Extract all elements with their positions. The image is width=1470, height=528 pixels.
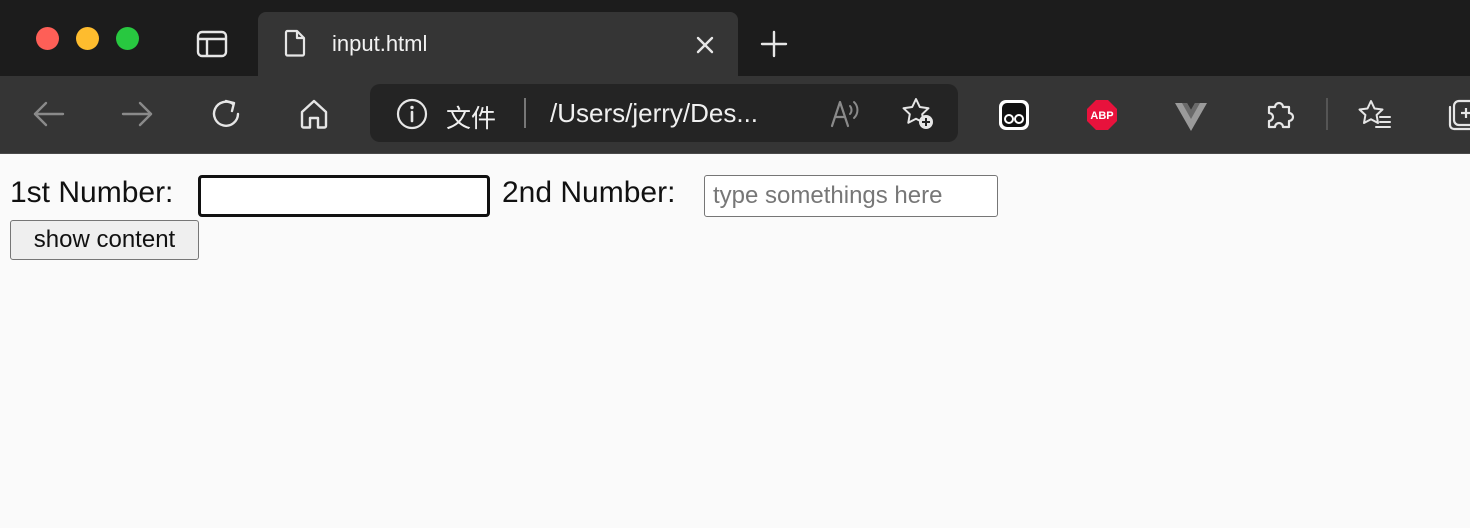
favorites-icon[interactable] (1358, 98, 1392, 132)
address-scheme-label: 文件 (446, 104, 497, 133)
info-icon[interactable] (396, 98, 428, 130)
forward-arrow-icon[interactable] (120, 97, 154, 131)
second-number-input[interactable] (704, 175, 998, 217)
first-number-input[interactable] (198, 175, 490, 217)
read-aloud-icon[interactable] (828, 96, 862, 130)
show-content-button[interactable]: show content (10, 220, 199, 260)
address-bar[interactable]: 文件 /Users/jerry/Des... (370, 84, 958, 142)
tampermonkey-icon[interactable] (997, 98, 1031, 132)
close-icon[interactable] (694, 34, 716, 56)
zoom-window-button[interactable] (116, 27, 139, 50)
tab-actions-icon[interactable] (196, 30, 228, 58)
minimize-window-button[interactable] (76, 27, 99, 50)
toolbar-divider (1326, 98, 1328, 130)
home-icon[interactable] (297, 97, 331, 131)
tab-title: input.html (332, 31, 428, 56)
tab-strip: input.html (0, 0, 1470, 76)
active-tab[interactable]: input.html (258, 12, 738, 76)
first-number-label: 1st Number: (10, 176, 174, 209)
address-divider (524, 98, 526, 128)
close-window-button[interactable] (36, 27, 59, 50)
browser-toolbar: 文件 /Users/jerry/Des... ABP (0, 76, 1470, 154)
collections-icon[interactable] (1446, 98, 1470, 132)
adblock-plus-icon[interactable]: ABP (1086, 99, 1118, 131)
back-arrow-icon[interactable] (32, 97, 66, 131)
add-favorite-icon[interactable] (900, 96, 934, 130)
extensions-puzzle-icon[interactable] (1262, 98, 1296, 132)
address-url[interactable]: /Users/jerry/Des... (550, 98, 758, 129)
document-icon (284, 29, 306, 57)
refresh-icon[interactable] (209, 97, 243, 131)
abp-label: ABP (1090, 110, 1113, 122)
second-number-label: 2nd Number: (502, 176, 676, 209)
page-content: 1st Number: 2nd Number: show content (0, 154, 1470, 528)
vue-devtools-icon[interactable] (1174, 100, 1208, 134)
plus-icon[interactable] (760, 30, 788, 58)
